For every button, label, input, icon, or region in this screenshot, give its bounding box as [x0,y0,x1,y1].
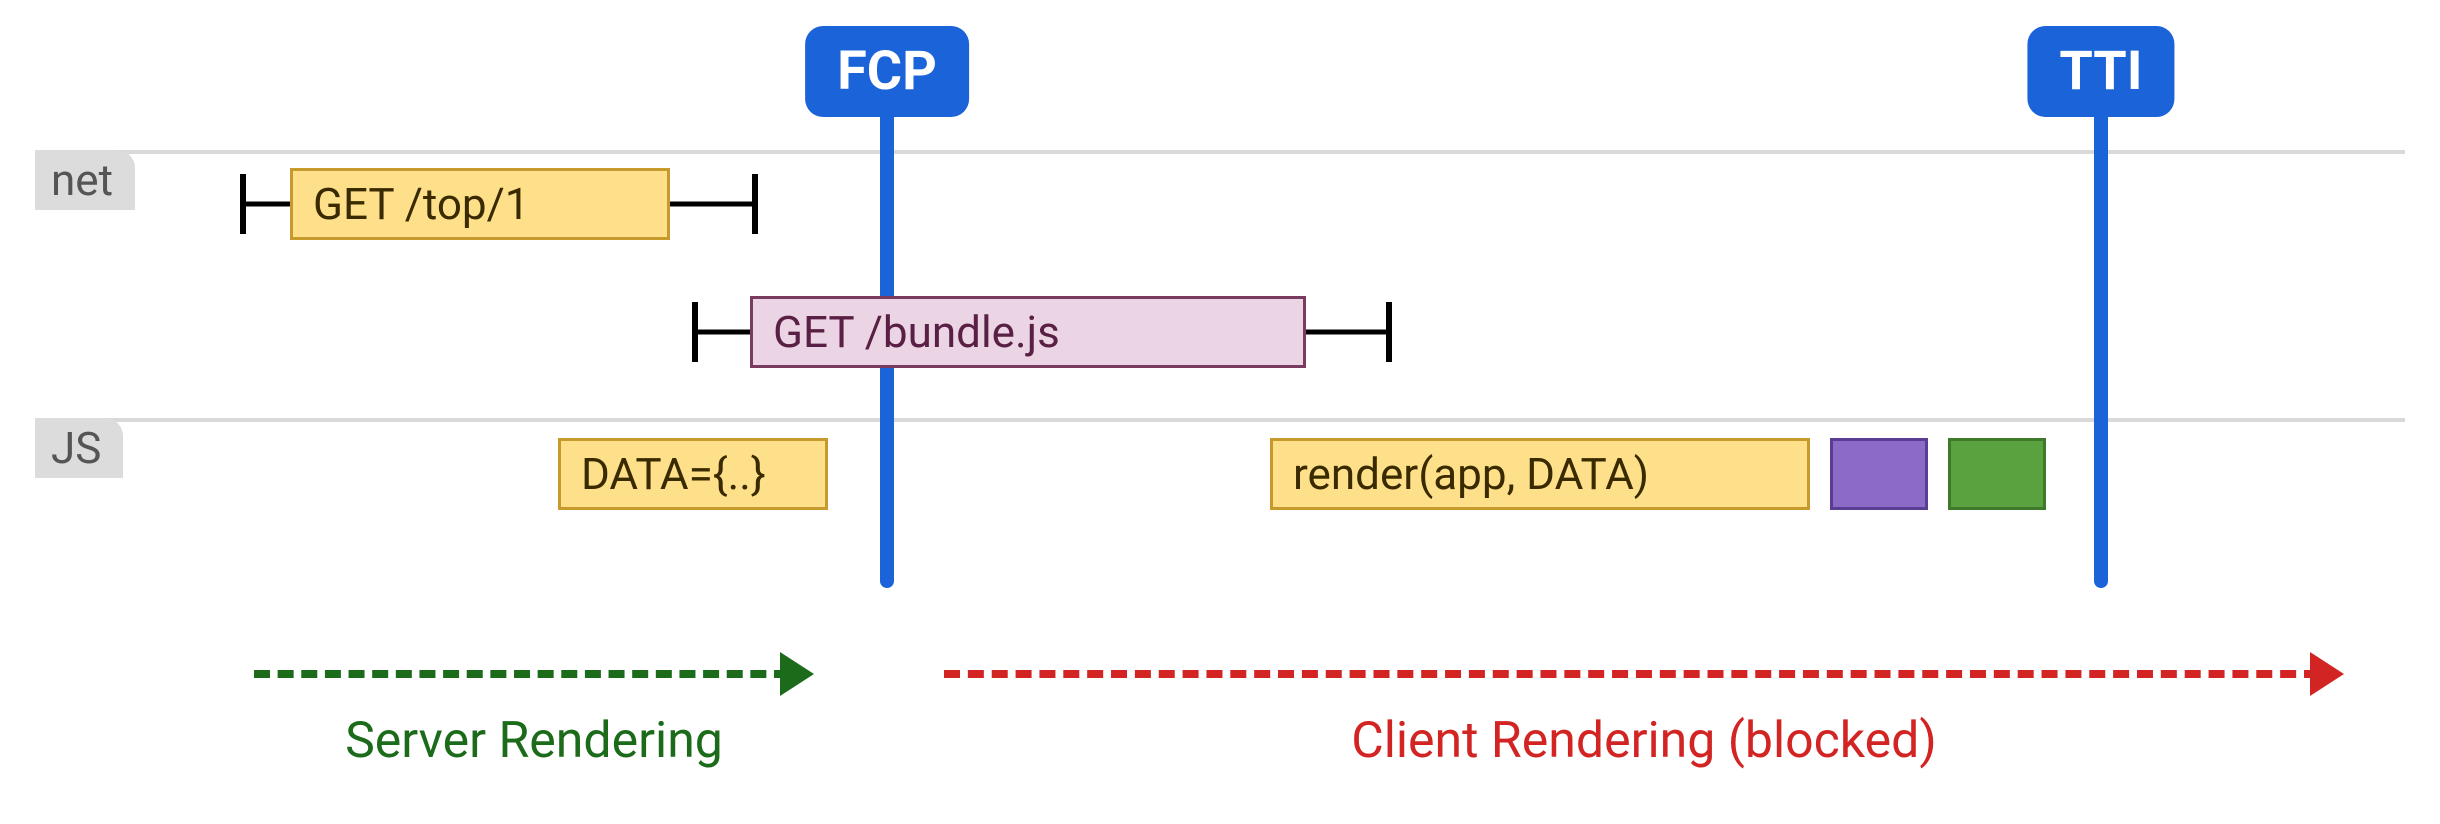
lane-divider-js [35,418,2405,422]
caption-client: Client Rendering (blocked) [944,712,2344,770]
phase-client-rendering: Client Rendering (blocked) [944,640,2344,760]
arrow-server [254,670,790,678]
bar-data-block: DATA={..} [558,438,828,510]
bar-render-call: render(app, DATA) [1270,438,1810,510]
tti-marker-line [2094,96,2108,588]
arrow-client [944,670,2320,678]
arrow-head-client [2310,652,2344,696]
caption-server: Server Rendering [254,712,814,770]
bar-get-top: GET /top/1 [290,168,670,240]
lane-label-net: net [35,150,135,210]
rendering-timeline-diagram: net JS FCP TTI GET /top/1 GET /bundle.js… [0,0,2440,824]
bar-task-green [1948,438,2046,510]
lane-label-js: JS [35,418,123,478]
arrow-head-server [780,652,814,696]
bar-get-bundle: GET /bundle.js [750,296,1306,368]
phase-server-rendering: Server Rendering [254,640,814,760]
bar-get-top-label: GET /top/1 [313,178,530,230]
bar-get-bundle-label: GET /bundle.js [773,306,1060,358]
bar-data-block-label: DATA={..} [581,448,766,500]
bar-render-call-label: render(app, DATA) [1293,448,1649,500]
bar-task-purple [1830,438,1928,510]
lane-divider-net [35,150,2405,154]
tti-badge: TTI [2027,26,2174,117]
fcp-badge: FCP [805,26,969,117]
